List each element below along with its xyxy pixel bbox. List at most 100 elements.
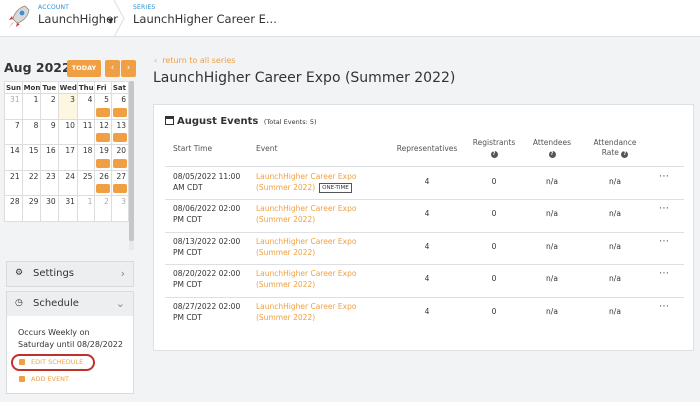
calendar-event-marker[interactable]: [112, 133, 127, 142]
calendar-day-number: 1: [33, 95, 39, 104]
calendar-scrollbar[interactable]: [129, 81, 134, 250]
event-link[interactable]: LaunchHigher Career Expo (Summer 2022): [256, 301, 356, 323]
help-icon[interactable]: ?: [548, 151, 556, 158]
attendees-count: n/a: [546, 177, 558, 186]
calendar-day-cell[interactable]: 3: [110, 195, 130, 222]
calendar-day-cell[interactable]: 5: [94, 93, 112, 120]
calendar-event-marker[interactable]: [96, 107, 110, 117]
today-button[interactable]: TODAY: [67, 60, 101, 77]
event-start-time: 08/13/2022 02:00 PM CDT: [173, 236, 240, 258]
calendar-event-marker[interactable]: [112, 158, 127, 168]
calendar-event-marker[interactable]: [96, 184, 110, 193]
calendar-week-row: 21 22 23 24 25 26 27: [4, 169, 130, 196]
weekday-header: Mon: [21, 81, 42, 94]
calendar-day-cell[interactable]: 29: [21, 195, 42, 222]
event-link[interactable]: LaunchHigher Career Expo (Summer 2022): [256, 203, 356, 225]
row-divider: [165, 232, 684, 233]
event-start-time: 08/27/2022 02:00 PM CDT: [173, 301, 240, 323]
calendar-day-cell[interactable]: 21: [4, 169, 23, 196]
col-attendance-label-1: Attendance: [593, 138, 637, 147]
calendar-day-number: 13: [116, 120, 126, 130]
calendar-day-cell[interactable]: 19: [94, 144, 112, 171]
calendar-day-number: 31: [65, 197, 75, 206]
start-time-line-2: PM CDT: [173, 215, 202, 224]
calendar-event-marker[interactable]: [112, 184, 127, 193]
calendar-day-cell[interactable]: 31: [57, 195, 78, 222]
calendar-day-cell[interactable]: 2: [40, 93, 59, 120]
calendar-day-cell[interactable]: 1: [76, 195, 96, 222]
calendar-day-cell[interactable]: 17: [57, 144, 78, 171]
calendar-day-cell[interactable]: 25: [76, 169, 96, 196]
attendees-count: n/a: [546, 274, 558, 283]
help-icon[interactable]: ?: [621, 151, 629, 158]
calendar-day-cell[interactable]: 24: [57, 169, 78, 196]
event-start-time: 08/20/2022 02:00 PM CDT: [173, 268, 240, 290]
return-to-series-link[interactable]: ‹ return to all series: [154, 56, 235, 65]
calendar-day-cell[interactable]: 15: [21, 144, 42, 171]
calendar-day-cell[interactable]: 4: [76, 93, 96, 120]
calendar-day-cell[interactable]: 1: [21, 93, 42, 120]
calendar-event-marker[interactable]: [96, 158, 110, 168]
calendar-event-marker[interactable]: [96, 133, 110, 142]
calendar-day-cell[interactable]: 13: [110, 118, 130, 145]
row-actions-menu-icon[interactable]: ⋯: [659, 301, 670, 312]
calendar-day-cell[interactable]: 30: [40, 195, 59, 222]
attendance-rate: n/a: [609, 177, 621, 186]
row-actions-menu-icon[interactable]: ⋯: [659, 236, 670, 247]
calendar-day-cell[interactable]: 23: [40, 169, 59, 196]
calendar-event-marker[interactable]: [112, 107, 127, 117]
calendar-day-number: 7: [14, 120, 20, 130]
event-link[interactable]: LaunchHigher Career Expo (Summer 2022) ON…: [256, 171, 356, 193]
chevron-right-icon: ›: [126, 63, 131, 73]
calendar-day-cell[interactable]: 7: [4, 118, 23, 145]
weekday-header: Sat: [110, 81, 130, 94]
calendar-day-cell[interactable]: 10: [57, 118, 78, 145]
calendar-week-row: 7 8 9 10 11 12 13: [4, 118, 130, 145]
add-event-link[interactable]: ADD EVENT: [19, 375, 69, 383]
weekday-header: Tue: [40, 81, 59, 94]
add-event-label: ADD EVENT: [31, 375, 70, 383]
calendar-day-cell[interactable]: 14: [4, 144, 23, 171]
calendar-day-cell[interactable]: 31: [4, 93, 23, 120]
help-icon[interactable]: ?: [490, 151, 498, 158]
weekday-header: Wed: [57, 81, 78, 94]
card-title-text: August Events: [177, 116, 259, 127]
chevron-left-icon: ‹: [110, 63, 115, 73]
calendar-day-cell[interactable]: 2: [94, 195, 112, 222]
calendar-day-cell[interactable]: 6: [110, 93, 130, 120]
calendar-day-cell[interactable]: 26: [94, 169, 112, 196]
series-name: LaunchHigher Career E...: [133, 12, 277, 26]
event-link[interactable]: LaunchHigher Career Expo (Summer 2022): [256, 268, 356, 290]
event-link[interactable]: LaunchHigher Career Expo (Summer 2022): [256, 236, 356, 258]
calendar-day-cell[interactable]: 9: [40, 118, 59, 145]
row-actions-menu-icon[interactable]: ⋯: [659, 203, 670, 214]
calendar-day-cell[interactable]: 16: [40, 144, 59, 171]
return-link-label: return to all series: [162, 56, 236, 65]
previous-month-button[interactable]: ‹: [105, 60, 120, 77]
calendar-day-cell[interactable]: 8: [21, 118, 42, 145]
calendar-day-cell[interactable]: 20: [110, 144, 130, 171]
rocket-logo-icon[interactable]: [6, 3, 32, 31]
settings-section-toggle[interactable]: ⚙ Settings ›: [6, 261, 134, 287]
calendar-day-cell[interactable]: 22: [21, 169, 42, 196]
row-actions-menu-icon[interactable]: ⋯: [659, 171, 670, 182]
calendar-day-number: 22: [28, 171, 39, 181]
calendar-day-number: 4: [87, 95, 93, 104]
calendar-day-cell[interactable]: 18: [76, 144, 96, 171]
calendar-day-number: 24: [65, 171, 75, 181]
calendar-day-cell[interactable]: 3: [57, 93, 78, 120]
scrollbar-thumb[interactable]: [129, 81, 134, 241]
calendar-day-cell[interactable]: 27: [110, 169, 130, 196]
row-actions-menu-icon[interactable]: ⋯: [659, 268, 670, 279]
next-month-button[interactable]: ›: [121, 60, 136, 77]
total-events-count: (Total Events: 5): [263, 118, 317, 126]
account-dropdown[interactable]: LaunchHigher: [38, 12, 118, 26]
start-time-line-2: PM CDT: [173, 313, 202, 322]
representatives-count: 4: [424, 274, 430, 283]
account-label: ACCOUNT: [38, 4, 70, 11]
event-name-line-1: LaunchHigher Career Expo: [256, 269, 357, 278]
calendar-day-cell[interactable]: 12: [94, 118, 112, 145]
calendar-day-cell[interactable]: 11: [76, 118, 96, 145]
calendar-day-cell[interactable]: 28: [4, 195, 23, 222]
schedule-section-toggle[interactable]: ◷ Schedule ⌄: [6, 291, 134, 317]
